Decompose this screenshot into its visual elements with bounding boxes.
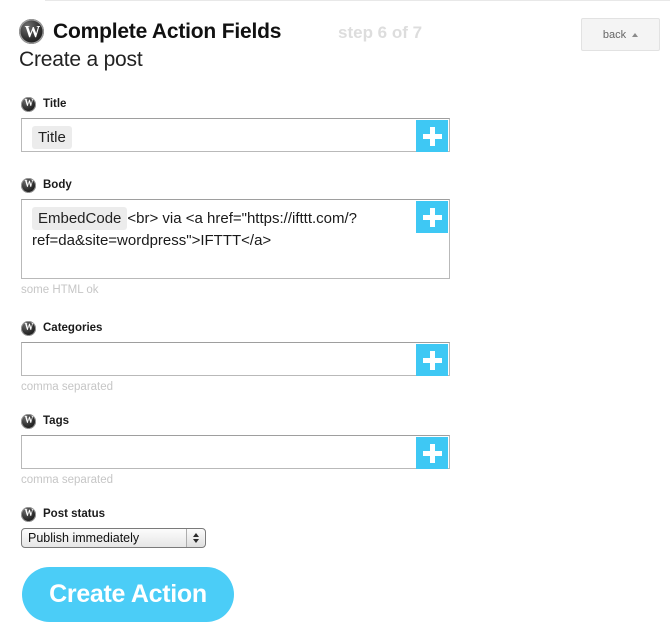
title-input[interactable]: Title xyxy=(21,118,450,152)
plus-icon xyxy=(423,127,442,146)
wordpress-icon: W xyxy=(21,321,36,336)
create-action-button[interactable]: Create Action xyxy=(22,567,234,622)
field-label-tags: W Tags xyxy=(21,413,69,429)
post-status-select[interactable]: Publish immediately xyxy=(21,528,206,548)
page-header: W Complete Action Fields step 6 of 7 bac… xyxy=(0,8,670,52)
back-button[interactable]: back xyxy=(581,18,660,51)
field-label-body: W Body xyxy=(21,177,72,193)
wordpress-logo-glyph: W xyxy=(24,416,33,426)
field-label-post-status: W Post status xyxy=(21,506,105,522)
field-label-text: Tags xyxy=(43,415,69,427)
field-hint-categories: comma separated xyxy=(21,381,113,393)
field-hint-tags: comma separated xyxy=(21,474,113,486)
body-input-content[interactable]: EmbedCode<br> via <a href="https://ifttt… xyxy=(22,200,449,258)
page-subtitle: Create a post xyxy=(19,48,142,72)
wordpress-logo-glyph: W xyxy=(24,509,33,519)
top-divider xyxy=(45,0,670,1)
stepper-arrows-icon[interactable] xyxy=(186,529,204,547)
categories-input-content[interactable] xyxy=(22,343,449,375)
categories-input[interactable] xyxy=(21,342,450,376)
field-label-text: Post status xyxy=(43,508,105,520)
title-input-content[interactable]: Title xyxy=(22,119,449,156)
caret-up-icon xyxy=(632,33,638,37)
complete-action-fields-page: W Complete Action Fields step 6 of 7 bac… xyxy=(0,0,670,632)
caret-up-icon xyxy=(193,533,199,537)
wordpress-logo-glyph: W xyxy=(24,99,33,109)
field-hint-body: some HTML ok xyxy=(21,284,99,296)
ingredient-chip-title[interactable]: Title xyxy=(32,126,72,149)
wordpress-icon: W xyxy=(21,414,36,429)
plus-icon xyxy=(423,351,442,370)
page-title: Complete Action Fields xyxy=(53,20,281,44)
plus-icon xyxy=(423,208,442,227)
wordpress-logo-glyph: W xyxy=(24,23,39,40)
field-label-text: Title xyxy=(43,98,66,110)
add-ingredient-button-categories[interactable] xyxy=(416,344,448,376)
ingredient-chip-embedcode[interactable]: EmbedCode xyxy=(32,207,127,230)
wordpress-icon: W xyxy=(21,97,36,112)
field-label-text: Body xyxy=(43,179,72,191)
wordpress-logo-glyph: W xyxy=(24,323,33,333)
field-label-text: Categories xyxy=(43,322,102,334)
field-label-categories: W Categories xyxy=(21,320,102,336)
add-ingredient-button-title[interactable] xyxy=(416,120,448,152)
tags-input-content[interactable] xyxy=(22,436,449,468)
wordpress-icon: W xyxy=(19,19,44,44)
body-input[interactable]: EmbedCode<br> via <a href="https://ifttt… xyxy=(21,199,450,279)
post-status-selected-value: Publish immediately xyxy=(22,531,186,545)
wordpress-icon: W xyxy=(21,178,36,193)
add-ingredient-button-body[interactable] xyxy=(416,201,448,233)
wordpress-logo-glyph: W xyxy=(24,180,33,190)
back-button-label: back xyxy=(603,29,626,41)
add-ingredient-button-tags[interactable] xyxy=(416,437,448,469)
field-label-title: W Title xyxy=(21,96,66,112)
wordpress-icon: W xyxy=(21,507,36,522)
caret-down-icon xyxy=(193,539,199,543)
plus-icon xyxy=(423,444,442,463)
tags-input[interactable] xyxy=(21,435,450,469)
step-indicator: step 6 of 7 xyxy=(338,23,422,43)
